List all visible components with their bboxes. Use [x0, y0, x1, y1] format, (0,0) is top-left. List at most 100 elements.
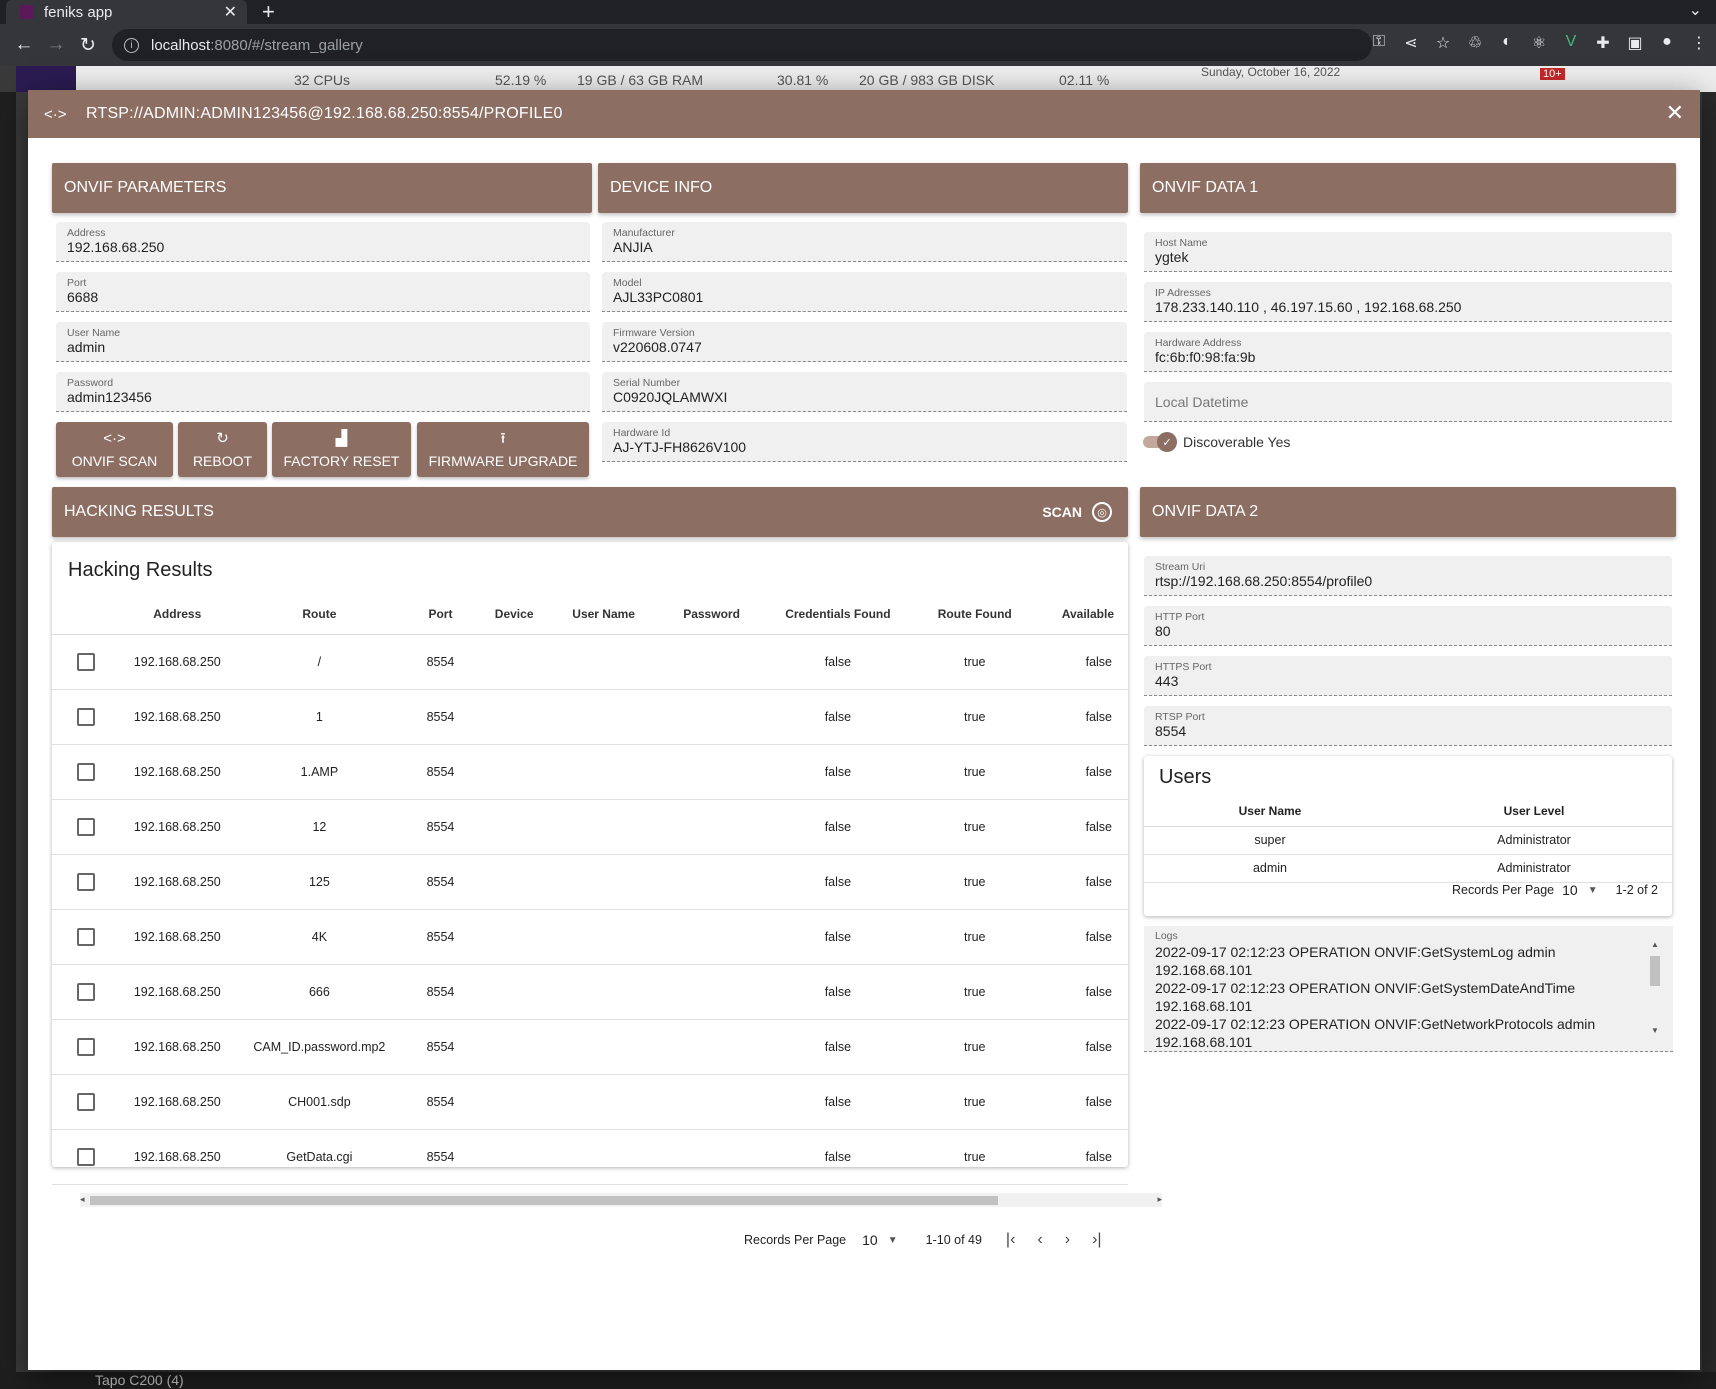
manufacturer-field[interactable]: Manufacturer ANJIA — [602, 222, 1127, 262]
side-panel-icon[interactable]: ▣ — [1626, 33, 1644, 53]
https-port-field[interactable]: HTTPS Port 443 — [1144, 656, 1672, 696]
dropdown-arrow-icon[interactable]: ▼ — [1588, 885, 1598, 896]
logs-scrollbar[interactable]: ▲ ▼ — [1649, 940, 1661, 1038]
serial-number-field[interactable]: Serial Number C0920JQLAMWXI — [602, 372, 1127, 412]
table-row[interactable]: 192.168.68.250 125 8554 false true false — [52, 854, 1128, 910]
http-port-field[interactable]: HTTP Port 80 — [1144, 606, 1672, 646]
discoverable-toggle[interactable]: ✓ — [1143, 431, 1177, 452]
factory-reset-button[interactable]: ▟ FACTORY RESET — [272, 422, 411, 477]
table-row[interactable]: 192.168.68.250 4K 8554 false true false — [52, 909, 1128, 965]
table-row[interactable]: 192.168.68.250 666 8554 false true false — [52, 964, 1128, 1020]
reload-icon[interactable]: ↻ — [72, 34, 104, 57]
rtsp-port-field[interactable]: RTSP Port 8554 — [1144, 706, 1672, 746]
row-checkbox[interactable] — [76, 1092, 95, 1111]
host-name-field[interactable]: Host Name ygtek — [1144, 232, 1672, 272]
records-per-page-select[interactable]: 10 — [1562, 882, 1578, 898]
column-header[interactable]: Route — [235, 594, 404, 635]
row-checkbox[interactable] — [76, 762, 95, 781]
bookmark-star-icon[interactable]: ☆ — [1434, 33, 1452, 53]
table-horizontal-scrollbar[interactable]: ◂ ▸ — [80, 1193, 1162, 1207]
table-row[interactable]: 192.168.68.250 GetData.cgi 8554 false true fa… — [52, 1129, 1128, 1185]
table-row[interactable]: 192.168.68.250/8554 false true false — [52, 634, 1128, 690]
column-header[interactable]: Route Found — [908, 594, 1041, 635]
reboot-button[interactable]: ↻ REBOOT — [178, 422, 267, 477]
column-header[interactable]: User Name — [1144, 796, 1396, 827]
key-icon[interactable]: ⚿ — [1370, 33, 1388, 53]
available-cell: false — [1040, 744, 1128, 800]
row-checkbox[interactable] — [76, 707, 95, 726]
extensions-puzzle-icon[interactable]: ✚ — [1594, 33, 1612, 53]
onvif-scan-button[interactable]: <·> ONVIF SCAN — [56, 422, 173, 477]
row-checkbox[interactable] — [76, 1037, 95, 1056]
scroll-down-arrow-icon[interactable]: ▼ — [1651, 1026, 1659, 1035]
recycle-extension-icon[interactable]: ♲ — [1466, 33, 1484, 53]
table-row[interactable]: 192.168.68.250 CH001.sdp 8554 false true fals… — [52, 1074, 1128, 1130]
next-page-icon[interactable]: › — [1065, 1231, 1070, 1249]
local-datetime-field[interactable]: Local Datetime — [1144, 382, 1672, 422]
tab-search-chevron-icon[interactable]: ⌄ — [1689, 0, 1702, 20]
vue-devtools-icon[interactable]: V — [1562, 33, 1580, 53]
row-checkbox[interactable] — [76, 1147, 95, 1166]
scrollbar-thumb[interactable] — [1650, 956, 1660, 986]
browser-menu-icon[interactable]: ⋮ — [1690, 33, 1708, 53]
stream-uri-field[interactable]: Stream Uri rtsp://192.168.68.250:8554/pr… — [1144, 556, 1672, 596]
column-header[interactable]: Password — [656, 594, 767, 635]
address-field[interactable]: Address 192.168.68.250 — [56, 222, 590, 262]
browser-tab[interactable]: feniks app ✕ — [6, 0, 247, 24]
column-header[interactable]: Credentials Found — [766, 594, 909, 635]
scroll-right-arrow-icon[interactable]: ▸ — [1157, 1194, 1162, 1205]
scan-button[interactable]: SCAN ◎ — [1042, 487, 1128, 537]
scroll-left-arrow-icon[interactable]: ◂ — [80, 1194, 85, 1205]
column-header[interactable]: User Name — [551, 594, 657, 635]
new-tab-icon[interactable]: + — [262, 0, 275, 25]
device-cell — [477, 964, 551, 1020]
column-header[interactable]: Address — [119, 594, 236, 635]
table-row[interactable]: 192.168.68.250 12 8554 false true false — [52, 799, 1128, 855]
table-row[interactable]: 192.168.68.250 CAM_ID.password.mp2 8554 fal… — [52, 1019, 1128, 1075]
column-header[interactable]: Available — [1040, 594, 1128, 635]
scrollbar-thumb[interactable] — [90, 1196, 998, 1205]
first-page-icon[interactable]: |‹ — [1006, 1231, 1015, 1249]
forward-icon[interactable]: → — [40, 34, 72, 56]
credentials-found-cell: false — [766, 1019, 909, 1075]
dark-mode-extension-icon[interactable]: ◐ — [1498, 33, 1516, 53]
previous-page-icon[interactable]: ‹ — [1037, 1231, 1042, 1249]
react-devtools-icon[interactable]: ⚛ — [1530, 33, 1548, 53]
site-info-icon[interactable]: i — [124, 37, 139, 53]
records-per-page-select[interactable]: 10 — [862, 1232, 878, 1248]
dialog-close-icon[interactable]: ✕ — [1666, 100, 1684, 126]
share-icon[interactable]: ⋖ — [1402, 33, 1420, 53]
row-checkbox[interactable] — [76, 872, 95, 891]
table-row[interactable]: 192.168.68.250 1.AMP 8554 false true false — [52, 744, 1128, 800]
scroll-up-arrow-icon[interactable]: ▲ — [1651, 940, 1659, 949]
last-page-icon[interactable]: ›| — [1092, 1231, 1101, 1249]
table-row[interactable]: admin Administrator — [1144, 854, 1672, 883]
column-header[interactable]: Port — [403, 594, 478, 635]
dropdown-arrow-icon[interactable]: ▼ — [888, 1235, 898, 1246]
password-field[interactable]: Password admin123456 — [56, 372, 590, 412]
tab-close-icon[interactable]: ✕ — [224, 2, 237, 22]
firmware-upgrade-button[interactable]: ⭱ FIRMWARE UPGRADE — [417, 422, 589, 477]
logs-textarea[interactable]: Logs 2022-09-17 02:12:23 OPERATION ONVIF… — [1144, 926, 1673, 1052]
row-checkbox[interactable] — [76, 927, 95, 946]
column-header[interactable]: Device — [477, 594, 551, 635]
port-field[interactable]: Port 6688 — [56, 272, 590, 312]
profile-avatar-icon[interactable]: ● — [1658, 33, 1676, 53]
row-checkbox[interactable] — [76, 817, 95, 836]
hardware-id-field[interactable]: Hardware Id AJ-YTJ-FH8626V100 — [602, 422, 1127, 462]
ip-addresses-field[interactable]: IP Adresses 178.233.140.110 , 46.197.15.… — [1144, 282, 1672, 322]
username-field[interactable]: User Name admin — [56, 322, 590, 362]
table-row[interactable]: 192.168.68.250 1 8554 false true false — [52, 689, 1128, 745]
column-header[interactable]: User Level — [1396, 796, 1672, 827]
upload-icon: ⭱ — [500, 429, 506, 447]
row-checkbox[interactable] — [76, 982, 95, 1001]
row-checkbox[interactable] — [76, 652, 95, 671]
model-field[interactable]: Model AJL33PC0801 — [602, 272, 1127, 312]
address-bar[interactable]: i localhost :8080/#/stream_gallery — [112, 29, 1372, 61]
table-row[interactable]: super Administrator — [1144, 826, 1672, 855]
back-icon[interactable]: ← — [8, 34, 40, 56]
hardware-id-label: Hardware Id — [613, 427, 671, 439]
hardware-address-field[interactable]: Hardware Address fc:6b:f0:98:fa:9b — [1144, 332, 1672, 372]
firmware-version-field[interactable]: Firmware Version v220608.0747 — [602, 322, 1127, 362]
device-cell — [477, 689, 551, 745]
